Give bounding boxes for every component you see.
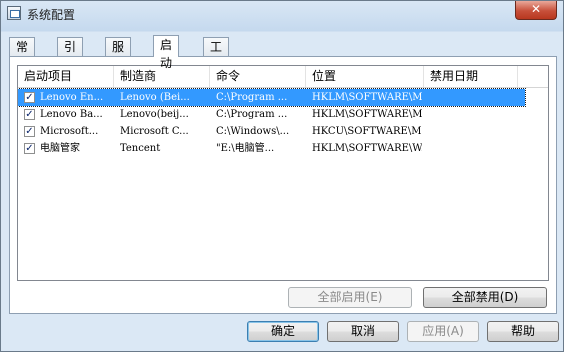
tab-general[interactable]: 常规	[9, 37, 36, 72]
cell-manufacturer: Microsoft C...	[120, 126, 189, 137]
cell-startup-item: Microsoft...	[40, 126, 99, 137]
enable-checkbox[interactable]: ✓	[24, 92, 35, 103]
cell-command: C:\Windows\...	[216, 126, 290, 137]
column-header-location[interactable]: 位置	[306, 66, 424, 87]
cell-location: HKLM\SOFTWARE\W...	[312, 143, 422, 154]
cell-startup-item: Lenovo Ba...	[40, 109, 103, 120]
cell-command: C:\Program ...	[216, 109, 288, 120]
table-row[interactable]: ✓ 电脑管家 Tencent "E:\电脑管... HKLM\SOFTWARE\…	[18, 140, 548, 157]
cell-disabled-date	[430, 106, 518, 123]
cell-disabled-date	[430, 140, 518, 157]
enable-all-button[interactable]: 全部启用(E)	[288, 287, 412, 308]
column-header-command[interactable]: 命令	[210, 66, 306, 87]
cell-startup-item: 电脑管家	[40, 143, 80, 154]
enable-checkbox[interactable]: ✓	[24, 143, 35, 154]
title-bar: 系统配置 ✕	[1, 1, 563, 27]
cell-manufacturer: Lenovo (Bei...	[120, 92, 190, 103]
cell-startup-item: Lenovo En...	[40, 92, 104, 103]
system-config-icon	[7, 6, 21, 20]
table-row[interactable]: ✓ Lenovo Ba... Lenovo(beij... C:\Program…	[18, 106, 548, 123]
cell-location: HKLM\SOFTWARE\M...	[312, 109, 422, 120]
system-config-window: 系统配置 ✕ 常规 引导 服务 启动 工具 启动项目 制造商 命令 位置 禁用日…	[0, 0, 564, 352]
cell-manufacturer: Lenovo(beij...	[120, 109, 189, 120]
startup-list[interactable]: 启动项目 制造商 命令 位置 禁用日期 ✓ Lenovo En... Lenov…	[17, 65, 549, 281]
close-button[interactable]: ✕	[515, 1, 557, 20]
tab-boot[interactable]: 引导	[57, 37, 84, 72]
cancel-button[interactable]: 取消	[327, 321, 399, 342]
ok-button[interactable]: 确定	[247, 321, 319, 342]
cell-disabled-date	[430, 123, 518, 140]
cell-disabled-date	[430, 89, 518, 106]
window-title: 系统配置	[27, 8, 76, 22]
help-button[interactable]: 帮助	[487, 321, 559, 342]
tab-tools[interactable]: 工具	[203, 37, 230, 72]
cell-command: "E:\电脑管...	[216, 143, 275, 154]
cell-location: HKCU\SOFTWARE\M...	[312, 126, 422, 137]
cell-location: HKLM\SOFTWARE\M...	[312, 92, 422, 103]
cell-command: C:\Program ...	[216, 92, 288, 103]
list-header: 启动项目 制造商 命令 位置 禁用日期	[18, 66, 548, 88]
enable-checkbox[interactable]: ✓	[24, 126, 35, 137]
column-header-disabled-date[interactable]: 禁用日期	[424, 66, 518, 87]
disable-all-button[interactable]: 全部禁用(D)	[423, 287, 547, 308]
table-row[interactable]: ✓ Microsoft... Microsoft C... C:\Windows…	[18, 123, 548, 140]
tab-services[interactable]: 服务	[105, 37, 132, 72]
table-row[interactable]: ✓ Lenovo En... Lenovo (Bei... C:\Program…	[18, 88, 526, 107]
enable-checkbox[interactable]: ✓	[24, 109, 35, 120]
apply-button[interactable]: 应用(A)	[407, 321, 479, 342]
cell-manufacturer: Tencent	[120, 143, 161, 154]
column-header-startup-item[interactable]: 启动项目	[18, 66, 114, 87]
tab-startup[interactable]: 启动	[153, 35, 180, 70]
